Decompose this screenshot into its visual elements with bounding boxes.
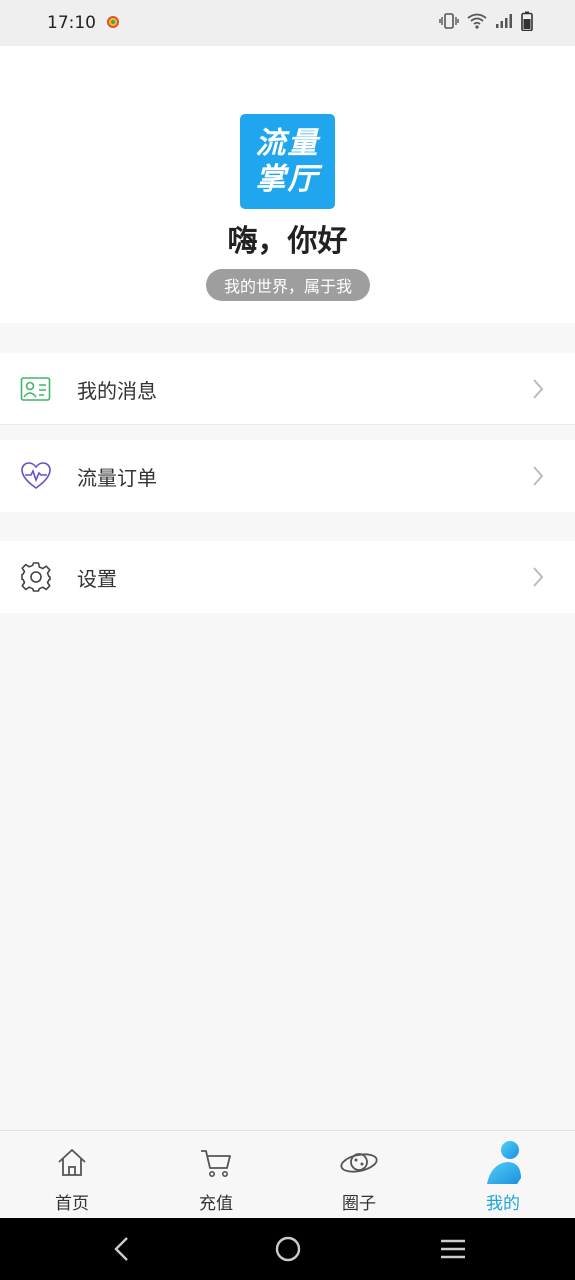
tab-mine[interactable]: 我的 xyxy=(463,1131,543,1219)
menu-item-settings[interactable]: 设置 xyxy=(0,541,575,613)
status-right xyxy=(439,11,533,35)
menu-item-messages[interactable]: 我的消息 xyxy=(0,353,575,425)
status-time: 17:10 xyxy=(47,13,96,33)
contact-card-icon xyxy=(19,372,53,406)
tab-label-home: 首页 xyxy=(55,1194,89,1214)
cart-icon xyxy=(194,1143,238,1183)
profile-header: 流量 掌厅 嗨，你好 我的世界，属于我 xyxy=(0,46,575,323)
status-left: 17:10 xyxy=(47,13,120,33)
tab-label-circle: 圈子 xyxy=(342,1194,376,1214)
tab-label-mine: 我的 xyxy=(486,1194,520,1214)
chevron-right-icon xyxy=(528,374,548,404)
gear-icon xyxy=(19,560,53,594)
wifi-icon xyxy=(467,13,487,33)
home-nav-icon[interactable] xyxy=(258,1218,318,1280)
app-logo: 流量 掌厅 xyxy=(240,114,335,209)
tagline-badge: 我的世界，属于我 xyxy=(206,269,370,301)
menu-label-messages: 我的消息 xyxy=(77,378,157,403)
cell-signal-icon xyxy=(495,13,513,33)
tab-home[interactable]: 首页 xyxy=(32,1131,112,1219)
heart-pulse-icon xyxy=(19,459,53,493)
tab-recharge[interactable]: 充值 xyxy=(176,1131,256,1219)
menu-nav-icon[interactable] xyxy=(423,1218,483,1280)
status-bar: 17:10 xyxy=(0,0,575,46)
bottom-tab-bar: 首页 充值 圈子 我的 xyxy=(0,1130,575,1218)
app-notification-icon xyxy=(106,14,120,33)
menu-divider xyxy=(0,424,575,425)
menu-label-settings: 设置 xyxy=(77,566,117,591)
menu-item-orders[interactable]: 流量订单 xyxy=(0,440,575,512)
system-nav-bar xyxy=(0,1218,575,1280)
battery-icon xyxy=(521,11,533,35)
back-icon[interactable] xyxy=(92,1218,152,1280)
vibrate-icon xyxy=(439,13,459,33)
chevron-right-icon xyxy=(528,461,548,491)
chevron-right-icon xyxy=(528,562,548,592)
tab-circle[interactable]: 圈子 xyxy=(319,1131,399,1219)
greeting-title: 嗨，你好 xyxy=(227,224,348,259)
home-icon xyxy=(50,1143,94,1183)
menu-label-orders: 流量订单 xyxy=(77,465,157,490)
tab-label-recharge: 充值 xyxy=(199,1194,233,1214)
user-icon xyxy=(481,1141,525,1184)
planet-icon xyxy=(337,1143,381,1183)
logo-text-line2: 掌厅 xyxy=(255,161,320,197)
logo-text-line1: 流量 xyxy=(255,125,320,161)
